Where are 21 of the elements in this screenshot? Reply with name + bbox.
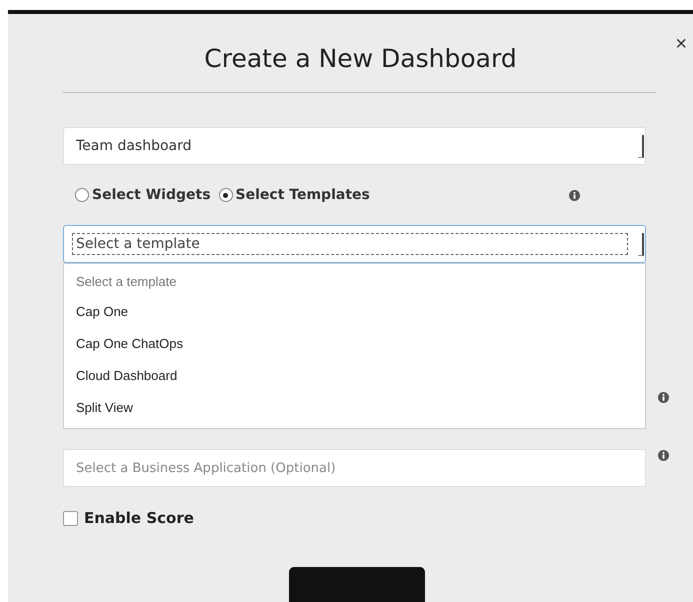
checkbox[interactable]	[63, 510, 78, 526]
info-icon	[658, 392, 669, 403]
dialog-title: Create a New Dashboard	[204, 44, 517, 72]
type-select[interactable]: Team dashboard	[63, 127, 646, 165]
caret-icon	[638, 134, 644, 158]
dropdown-option[interactable]: Split View	[64, 392, 645, 424]
input-field[interactable]: Select a Business Application (Optional)	[63, 449, 646, 487]
dropdown-option[interactable]: Cap One	[64, 296, 645, 328]
dropdown-option[interactable]: Cap One ChatOps	[64, 328, 645, 360]
radio-label[interactable]: Select Templates	[236, 187, 370, 203]
info-icon	[658, 450, 669, 461]
checkbox-label: Enable Score	[84, 509, 194, 527]
radio-button[interactable]	[75, 188, 89, 202]
close-button[interactable]: ×	[673, 34, 689, 54]
info-icon	[569, 190, 580, 200]
radio-label[interactable]: Select Widgets	[92, 187, 211, 203]
radio-button[interactable]	[218, 188, 233, 202]
dropdown-option[interactable]: Cloud Dashboard	[64, 360, 645, 392]
caret-icon	[638, 232, 644, 256]
template-select[interactable]: Select a template	[63, 225, 646, 263]
dropdown-option[interactable]: Select a template	[64, 268, 645, 296]
